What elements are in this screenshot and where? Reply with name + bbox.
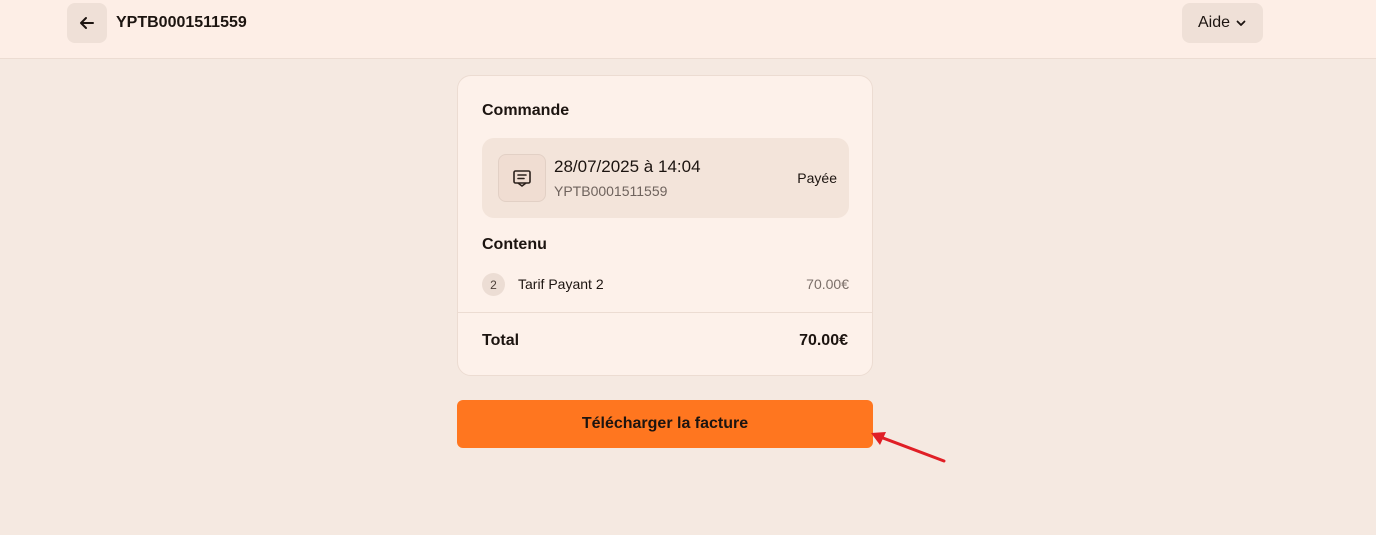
annotation-arrow-icon [871,432,946,463]
help-dropdown-button[interactable]: Aide [1182,3,1263,43]
back-button[interactable] [67,3,107,43]
total-label: Total [482,332,520,349]
arrow-left-icon [80,17,94,29]
page-title: YPTB0001511559 [116,14,247,31]
top-bar: YPTB0001511559 Aide [0,0,1376,59]
order-item: 2 Tarif Payant 2 70.00€ [482,273,849,297]
divider [458,312,872,313]
download-invoice-button[interactable]: Télécharger la facture [457,400,873,448]
order-reference: YPTB0001511559 [554,183,668,199]
order-details: 28/07/2025 à 14:04 YPTB0001511559 Payée [482,138,849,218]
order-datetime: 28/07/2025 à 14:04 [554,157,701,176]
payment-status: Payée [797,170,837,186]
help-label: Aide [1197,14,1231,31]
total-value: 70.00€ [799,332,848,349]
quantity-badge: 2 [482,273,505,296]
item-name: Tarif Payant 2 [518,276,604,292]
receipt-icon [498,154,546,202]
order-section-title: Commande [482,102,570,119]
order-summary-card: Commande 28/07/2025 à 14:04 YPTB00015115… [457,75,873,376]
item-price: 70.00€ [806,276,849,292]
content-section-title: Contenu [482,236,547,253]
chevron-down-icon [1236,20,1246,26]
